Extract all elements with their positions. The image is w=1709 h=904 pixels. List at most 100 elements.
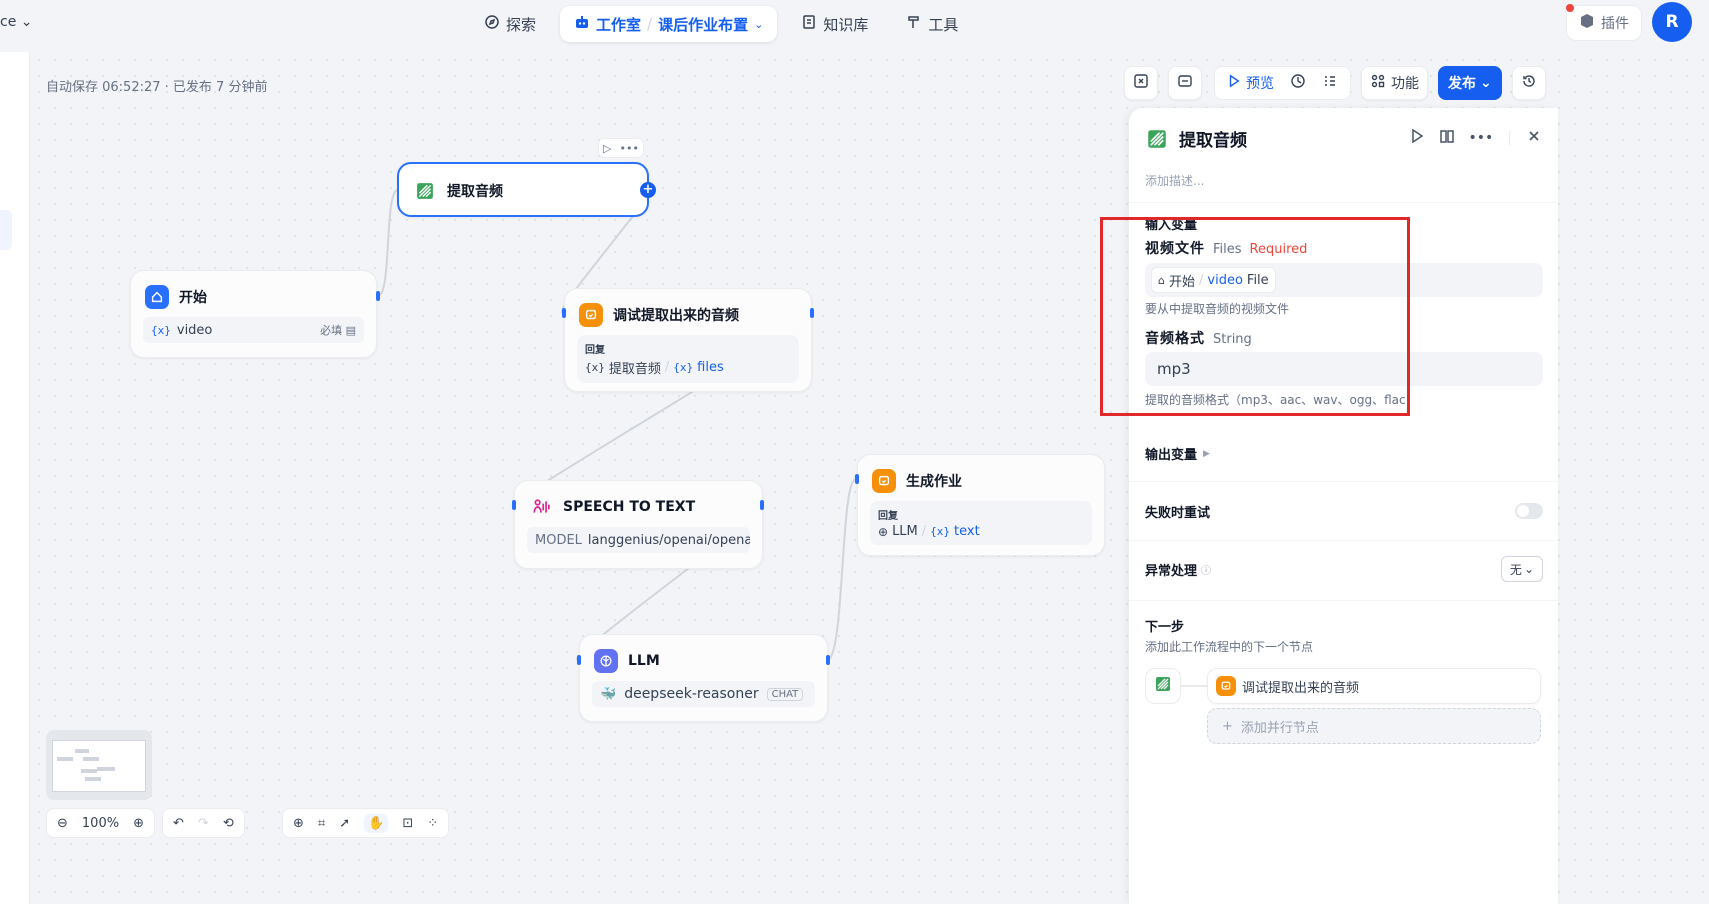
next-node-item[interactable]: 调试提取出来的音频 <box>1207 668 1541 704</box>
history-controls: ↶ ↷ ⟲ <box>162 808 245 838</box>
add-node-icon[interactable]: ⊕ <box>293 816 304 831</box>
stt-model: MODEL langgenius/openai/opena... <box>527 527 750 553</box>
home-icon <box>145 285 169 309</box>
current-node-thumb <box>1145 668 1181 704</box>
reply-icon <box>579 303 603 327</box>
variable-button[interactable] <box>1124 66 1158 100</box>
node-quick-actions: ▷ ••• <box>598 138 644 158</box>
book-open-icon[interactable] <box>1439 128 1455 148</box>
play-icon <box>1227 74 1241 92</box>
zoom-in-icon[interactable]: ⊕ <box>133 816 144 831</box>
chevron-down-icon: ⌄ <box>1480 75 1492 91</box>
app-name[interactable]: 课后作业布置 <box>658 14 748 35</box>
preview-button[interactable]: 预览 <box>1219 69 1282 97</box>
panel-title: 提取音频 <box>1145 126 1247 151</box>
add-parallel-node-button[interactable]: + 添加并行节点 <box>1207 708 1541 744</box>
clock-icon <box>1290 73 1306 93</box>
layout-icon[interactable]: ⁘ <box>427 816 438 831</box>
more-icon[interactable]: ••• <box>1469 130 1494 146</box>
caret-right-icon: ▶ <box>1203 448 1210 459</box>
env-button[interactable] <box>1168 66 1202 100</box>
next-step-title: 下一步 <box>1145 620 1185 635</box>
nav-tools[interactable]: 工具 <box>892 6 972 42</box>
retry-toggle[interactable] <box>1515 503 1543 519</box>
debug-in-handle[interactable] <box>562 308 566 318</box>
nav-knowledge[interactable]: 知识库 <box>787 6 882 42</box>
version-history-button[interactable] <box>1511 66 1546 100</box>
error-handling-row: 异常处理 ⓘ 无 ⌄ <box>1145 556 1543 582</box>
close-icon[interactable] <box>1526 128 1542 148</box>
run-history-button[interactable] <box>1282 69 1314 97</box>
debug-out-handle[interactable] <box>810 308 814 318</box>
reply-icon <box>1216 676 1236 696</box>
stt-out-handle[interactable] <box>760 500 764 510</box>
run-node-icon[interactable]: ▷ <box>603 142 611 155</box>
help-icon[interactable]: ⓘ <box>1201 562 1211 577</box>
variable-icon: {x} <box>673 361 694 374</box>
top-nav-bar: ce ⌄ 探索 工作室 / 课后作业布置 ⌄ 知识库 工具 插件 R <box>0 0 1709 52</box>
nav-studio[interactable]: 工作室 / 课后作业布置 ⌄ <box>560 6 778 42</box>
left-sidebar-edge <box>0 52 30 904</box>
llm-in-handle[interactable] <box>577 655 581 665</box>
node-speech-to-text[interactable]: SPEECH TO TEXT MODEL langgenius/openai/o… <box>514 480 763 569</box>
node-generate-homework[interactable]: 生成作业 回复 ⊕ LLM / {x} text <box>857 454 1105 556</box>
minimap[interactable] <box>46 730 152 800</box>
chevron-down-icon: ⌄ <box>754 17 764 31</box>
redo-icon[interactable]: ↷ <box>198 816 209 831</box>
error-handling-select[interactable]: 无 ⌄ <box>1500 556 1543 582</box>
description-input[interactable]: 添加描述... <box>1145 172 1204 189</box>
export-icon[interactable]: ⊡ <box>402 816 413 831</box>
extract-tool-icon <box>413 179 437 203</box>
history-icon[interactable]: ⟲ <box>223 816 234 831</box>
chevron-down-icon: ⌄ <box>20 14 33 30</box>
extract-tool-icon <box>1155 676 1171 696</box>
node-llm[interactable]: LLM 🐳 deepseek-reasoner CHAT <box>579 634 828 722</box>
homework-in-handle[interactable] <box>855 474 859 484</box>
zoom-out-icon[interactable]: ⊖ <box>57 816 68 831</box>
highlight-annotation <box>1100 217 1410 416</box>
robot-icon <box>574 14 590 34</box>
grid-icon <box>1370 73 1386 93</box>
reply-icon <box>872 469 896 493</box>
reply-content: 回复 {x} 提取音频 / {x} files <box>577 335 799 383</box>
checklist-button[interactable] <box>1314 69 1346 97</box>
publish-button[interactable]: 发布 ⌄ <box>1438 66 1502 100</box>
node-debug-reply[interactable]: 调试提取出来的音频 回复 {x} 提取音频 / {x} files <box>564 288 812 392</box>
hand-icon[interactable]: ✋ <box>364 813 389 833</box>
pointer-icon[interactable]: ➚ <box>339 816 350 831</box>
undo-icon[interactable]: ↶ <box>173 816 184 831</box>
preview-group: 预览 <box>1214 66 1351 100</box>
tool-controls: ⊕ ⌗ ➚ ✋ ⊡ ⁘ <box>282 808 450 838</box>
reply-content: 回复 ⊕ LLM / {x} text <box>870 501 1092 545</box>
hammer-icon <box>906 14 922 34</box>
start-out-handle[interactable] <box>376 291 380 301</box>
env-icon <box>1177 73 1193 93</box>
node-extract-audio[interactable]: 提取音频 <box>397 162 649 217</box>
panel-tools: ••• | <box>1409 128 1543 148</box>
workspace-switcher[interactable]: ce ⌄ <box>0 14 33 30</box>
nav-explore[interactable]: 探索 <box>470 6 550 42</box>
variable-icon: {x} <box>930 525 951 538</box>
canvas-toolbar: 预览 功能 发布 ⌄ <box>1124 66 1546 100</box>
start-variable-row: {x} video 必填 ▤ <box>143 317 364 343</box>
avatar[interactable]: R <box>1652 2 1692 42</box>
llm-out-handle[interactable] <box>826 655 830 665</box>
notification-dot <box>1566 4 1574 12</box>
node-start[interactable]: 开始 {x} video 必填 ▤ <box>130 270 377 358</box>
features-button[interactable]: 功能 <box>1361 66 1428 100</box>
checklist-icon <box>1322 73 1338 93</box>
chevron-down-icon: ⌄ <box>1523 562 1534 576</box>
more-icon[interactable]: ••• <box>620 142 639 155</box>
autosave-status: 自动保存 06:52:27 · 已发布 7 分钟前 <box>46 80 268 95</box>
extract-tool-icon <box>1145 128 1169 150</box>
sidebar-selected-item[interactable] <box>0 210 12 250</box>
output-vars-toggle[interactable]: 输出变量 ▶ <box>1145 444 1210 463</box>
run-icon[interactable] <box>1409 128 1425 148</box>
main-nav: 探索 工作室 / 课后作业布置 ⌄ 知识库 工具 <box>470 6 972 42</box>
cube-icon <box>1579 13 1595 33</box>
add-note-icon[interactable]: ⌗ <box>318 816 325 831</box>
next-step-box: 调试提取出来的音频 + 添加并行节点 <box>1145 668 1543 748</box>
stt-in-handle[interactable] <box>512 500 516 510</box>
plugins-button[interactable]: 插件 <box>1566 5 1642 41</box>
add-next-node-handle[interactable]: + <box>640 182 656 198</box>
